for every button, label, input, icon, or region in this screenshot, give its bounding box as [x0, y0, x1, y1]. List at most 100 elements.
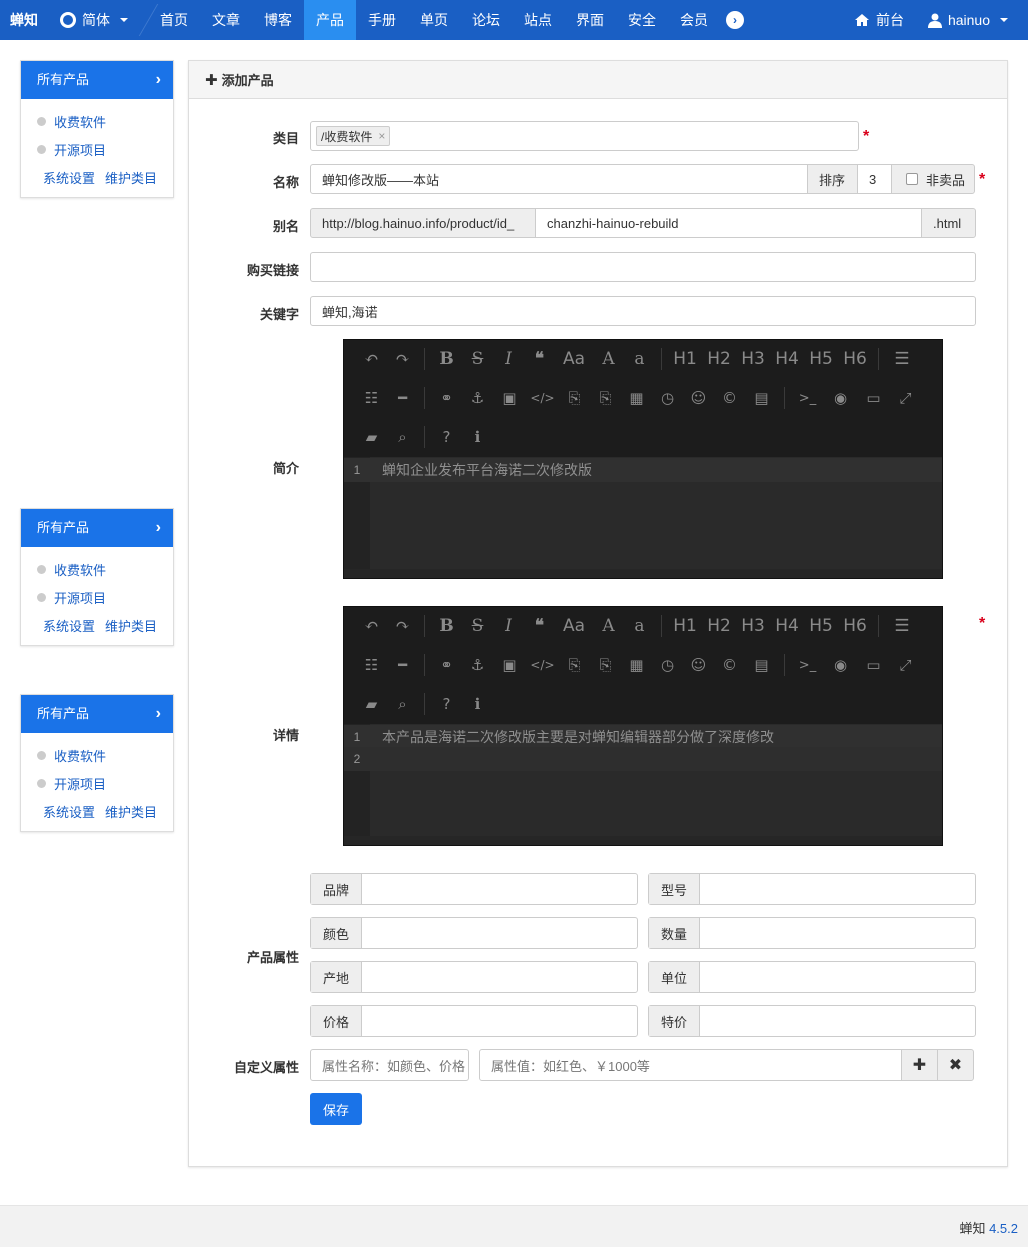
- fullscreen-preview-icon[interactable]: ▭: [857, 389, 890, 407]
- emoji-icon[interactable]: ☺: [683, 656, 714, 674]
- sidebar-item-paid[interactable]: 收费软件: [21, 555, 173, 583]
- nav-item[interactable]: 站点: [512, 0, 564, 40]
- heading-2-button[interactable]: H2: [702, 349, 736, 369]
- html-entities-icon[interactable]: ©: [714, 656, 745, 674]
- info-icon[interactable]: ℹ: [462, 695, 493, 713]
- sidebar-item-paid[interactable]: 收费软件: [21, 107, 173, 135]
- summary-editor[interactable]: ↶ ↷ B S I ❝ Aa A a H1 H2 H3 H4 H5 H6 ☰ ☷…: [343, 339, 943, 579]
- image-icon[interactable]: ▣: [493, 389, 526, 407]
- heading-5-button[interactable]: H5: [804, 616, 838, 636]
- ordered-list-icon[interactable]: ☷: [356, 656, 387, 674]
- horizontal-rule-icon[interactable]: ━: [387, 656, 418, 674]
- fullscreen-icon[interactable]: ⤢: [890, 389, 921, 407]
- heading-6-button[interactable]: H6: [838, 616, 872, 636]
- terminal-icon[interactable]: >_: [791, 658, 824, 673]
- user-menu[interactable]: hainuo: [927, 12, 1008, 28]
- buy-link-input[interactable]: [310, 252, 976, 282]
- editor-content[interactable]: 1 蝉知企业发布平台海诺二次修改版: [344, 457, 942, 569]
- more-nav-arrow-icon[interactable]: ›: [726, 11, 744, 29]
- system-settings-link[interactable]: 系统设置: [43, 168, 95, 187]
- datetime-icon[interactable]: ◷: [652, 656, 683, 674]
- quote-icon[interactable]: ❝: [524, 349, 555, 369]
- keywords-input[interactable]: 蝉知,海诺: [310, 296, 976, 326]
- redo-icon[interactable]: ↷: [387, 349, 418, 369]
- detail-editor[interactable]: ↶ ↷ B S I ❝ Aa A a H1 H2 H3 H4 H5 H6 ☰ ☷…: [343, 606, 943, 846]
- unordered-list-icon[interactable]: ☰: [885, 616, 919, 636]
- nav-item[interactable]: 论坛: [460, 0, 512, 40]
- search-icon[interactable]: ⌕: [387, 695, 418, 713]
- anchor-icon[interactable]: ⚓: [462, 656, 493, 674]
- code-icon[interactable]: </>: [526, 658, 559, 672]
- heading-3-button[interactable]: H3: [736, 349, 770, 369]
- nav-item[interactable]: 产品: [304, 0, 356, 40]
- custom-attr-value-input[interactable]: 属性值：如红色、￥1000等: [479, 1049, 902, 1081]
- quote-icon[interactable]: ❝: [524, 616, 555, 636]
- editor-content[interactable]: 1 本产品是海诺二次修改版主要是对蝉知编辑器部分做了深度修改 2: [344, 724, 942, 836]
- help-icon[interactable]: ?: [431, 428, 462, 446]
- sidebar-header[interactable]: 所有产品 ›: [21, 695, 173, 733]
- system-settings-link[interactable]: 系统设置: [43, 616, 95, 635]
- code-block-icon[interactable]: ⎘: [559, 656, 590, 674]
- lowercase-icon[interactable]: a: [624, 616, 655, 636]
- ordered-list-icon[interactable]: ☷: [356, 389, 387, 407]
- unordered-list-icon[interactable]: ☰: [885, 349, 919, 369]
- frontend-link[interactable]: 前台: [854, 10, 904, 30]
- image-icon[interactable]: ▣: [493, 656, 526, 674]
- link-icon[interactable]: ⚭: [431, 389, 462, 407]
- italic-icon[interactable]: I: [493, 349, 524, 369]
- nav-item[interactable]: 安全: [616, 0, 668, 40]
- preview-icon[interactable]: ◉: [824, 656, 857, 674]
- heading-4-button[interactable]: H4: [770, 349, 804, 369]
- page-break-icon[interactable]: ▤: [745, 389, 778, 407]
- fullscreen-preview-icon[interactable]: ▭: [857, 656, 890, 674]
- maintain-categories-link[interactable]: 维护类目: [105, 616, 157, 635]
- strikethrough-icon[interactable]: S: [462, 349, 493, 369]
- terminal-icon[interactable]: >_: [791, 391, 824, 406]
- datetime-icon[interactable]: ◷: [652, 389, 683, 407]
- font-size-icon[interactable]: Aa: [555, 616, 593, 636]
- preview-icon[interactable]: ◉: [824, 389, 857, 407]
- redo-icon[interactable]: ↷: [387, 616, 418, 636]
- nav-item[interactable]: 手册: [356, 0, 408, 40]
- uppercase-icon[interactable]: A: [593, 349, 624, 369]
- preformatted-icon[interactable]: ⎘: [590, 656, 621, 674]
- brand-logo[interactable]: 蝉知: [0, 0, 48, 40]
- category-select[interactable]: /收费软件 ×: [310, 121, 859, 151]
- nav-item[interactable]: 界面: [564, 0, 616, 40]
- page-break-icon[interactable]: ▤: [745, 656, 778, 674]
- info-icon[interactable]: ℹ: [462, 428, 493, 446]
- alias-input[interactable]: chanzhi-hainuo-rebuild: [535, 208, 922, 238]
- table-icon[interactable]: ▦: [621, 656, 652, 674]
- table-icon[interactable]: ▦: [621, 389, 652, 407]
- system-settings-link[interactable]: 系统设置: [43, 802, 95, 821]
- undo-icon[interactable]: ↶: [356, 616, 387, 636]
- code-block-icon[interactable]: ⎘: [559, 389, 590, 407]
- language-switcher[interactable]: 简体: [48, 0, 136, 40]
- code-icon[interactable]: </>: [526, 391, 559, 405]
- remove-attr-button[interactable]: ✖: [937, 1049, 974, 1081]
- bold-icon[interactable]: B: [431, 616, 462, 636]
- heading-4-button[interactable]: H4: [770, 616, 804, 636]
- maintain-categories-link[interactable]: 维护类目: [105, 168, 157, 187]
- sidebar-header[interactable]: 所有产品 ›: [21, 509, 173, 547]
- attr-color[interactable]: 颜色: [310, 917, 638, 949]
- attr-brand[interactable]: 品牌: [310, 873, 638, 905]
- search-icon[interactable]: ⌕: [387, 428, 418, 446]
- sidebar-item-paid[interactable]: 收费软件: [21, 741, 173, 769]
- eraser-icon[interactable]: ▰: [356, 428, 387, 446]
- font-size-icon[interactable]: Aa: [555, 349, 593, 369]
- uppercase-icon[interactable]: A: [593, 616, 624, 636]
- sidebar-header[interactable]: 所有产品 ›: [21, 61, 173, 99]
- help-icon[interactable]: ?: [431, 695, 462, 713]
- horizontal-rule-icon[interactable]: ━: [387, 389, 418, 407]
- anchor-icon[interactable]: ⚓: [462, 389, 493, 407]
- html-entities-icon[interactable]: ©: [714, 389, 745, 407]
- save-button[interactable]: 保存: [310, 1093, 362, 1125]
- attr-special-price[interactable]: 特价: [648, 1005, 976, 1037]
- attr-price[interactable]: 价格: [310, 1005, 638, 1037]
- name-input[interactable]: 蝉知修改版——本站: [310, 164, 808, 194]
- heading-5-button[interactable]: H5: [804, 349, 838, 369]
- nav-item[interactable]: 单页: [408, 0, 460, 40]
- maintain-categories-link[interactable]: 维护类目: [105, 802, 157, 821]
- link-icon[interactable]: ⚭: [431, 656, 462, 674]
